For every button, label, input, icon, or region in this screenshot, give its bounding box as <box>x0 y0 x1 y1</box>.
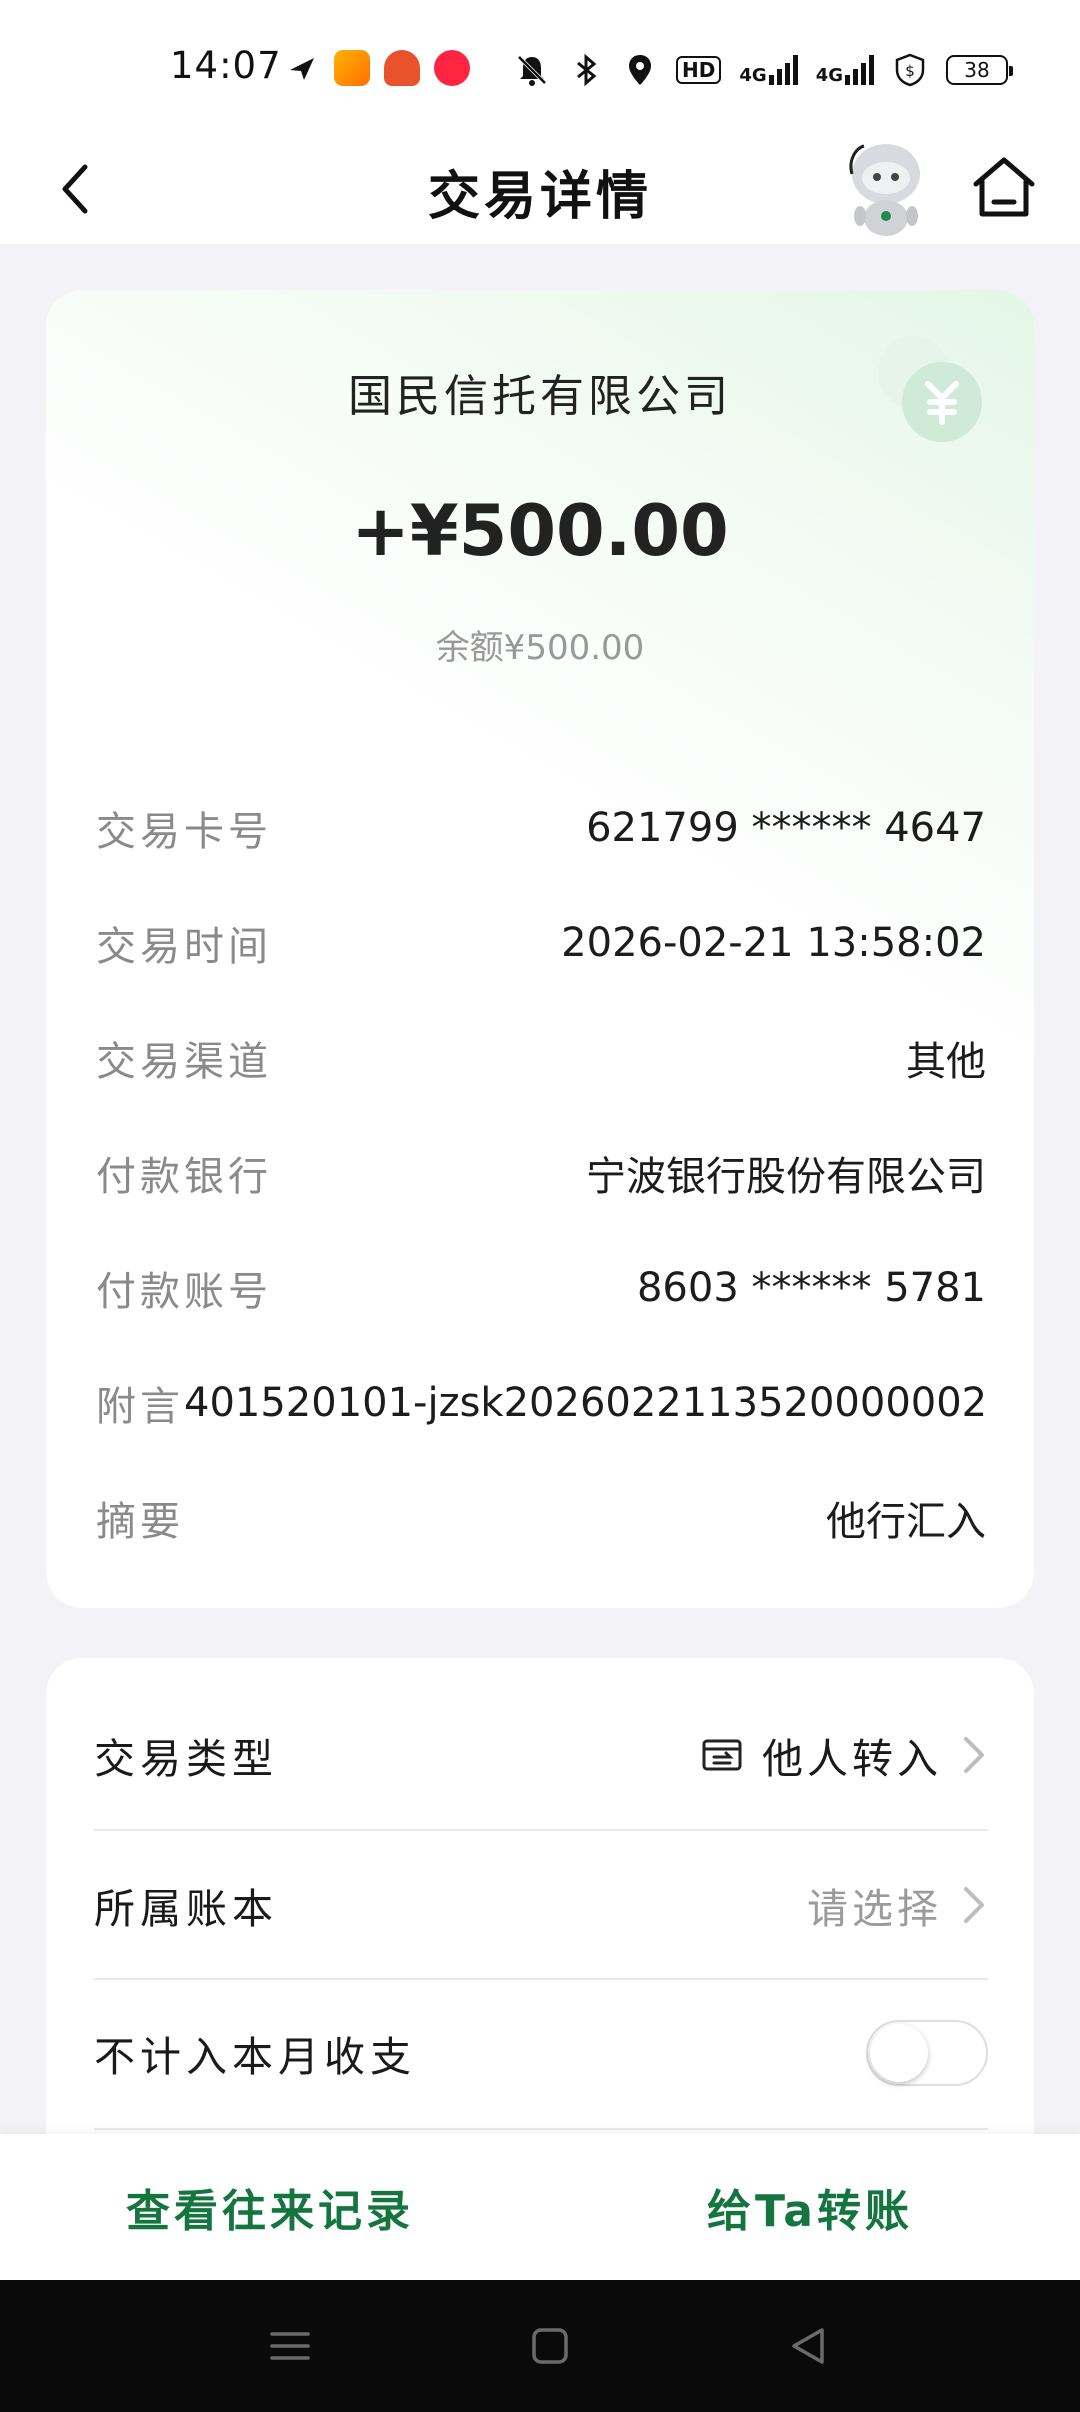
view-history-button[interactable]: 查看往来记录 <box>0 2134 540 2280</box>
detail-row-payer-bank: 付款银行 宁波银行股份有限公司 <box>96 1115 986 1230</box>
payer-name: 国民信托有限公司 <box>348 371 732 422</box>
chevron-right-icon <box>964 1737 984 1773</box>
hd-icon: HD <box>676 56 722 84</box>
network-type-label: 4G <box>815 65 843 86</box>
status-bar: 14:07 HD 4G 4G $ 38 <box>0 0 1080 130</box>
setting-label: 交易类型 <box>94 1735 278 1783</box>
system-nav-bar <box>0 2280 1080 2412</box>
signal-icon: 4G <box>739 55 798 86</box>
divider <box>94 2128 988 2130</box>
row-value: 其他 <box>906 1038 986 1085</box>
transaction-settings-card: 交易类型 他人转入 所属账本 请选择 不计入本月收支 <box>46 1658 1034 2178</box>
home-square-icon[interactable] <box>522 2318 578 2374</box>
row-label: 交易渠道 <box>96 1038 272 1085</box>
toggle-knob <box>870 2024 928 2082</box>
row-label: 交易卡号 <box>96 808 272 855</box>
signal-icon: 4G <box>816 55 874 85</box>
status-time: 14:07 <box>170 44 282 87</box>
row-label: 摘要 <box>96 1498 184 1545</box>
transfer-in-icon <box>702 1739 742 1771</box>
row-label: 付款账号 <box>96 1268 272 1315</box>
setting-value: 他人转入 <box>762 1735 942 1783</box>
row-label: 附言 <box>96 1383 184 1430</box>
row-value: 401520101-jzsk2026022113520000002 <box>184 1379 988 1426</box>
shopping-app-icon <box>384 50 420 86</box>
detail-row-remark: 附言 401520101-jzsk2026022113520000002 <box>96 1345 988 1460</box>
notification-icons <box>284 48 470 88</box>
row-label: 付款银行 <box>96 1153 272 1200</box>
detail-row-card-number: 交易卡号 621799 ****** 4647 <box>96 770 986 885</box>
row-label: 交易时间 <box>96 923 272 970</box>
account-balance: 余额¥500.00 <box>435 628 645 668</box>
vpn-shield-icon: $ <box>895 53 925 87</box>
chevron-right-icon <box>964 1887 984 1923</box>
home-icon[interactable] <box>966 150 1042 226</box>
setting-label: 不计入本月收支 <box>94 2033 416 2081</box>
video-app-icon <box>334 50 370 86</box>
transaction-detail-card: 国民信托有限公司 +¥500.00 余额¥500.00 交易卡号 621799 … <box>46 290 1034 1608</box>
detail-row-channel: 交易渠道 其他 <box>96 1000 986 1115</box>
row-value: 8603 ****** 5781 <box>636 1264 986 1311</box>
row-value: 宁波银行股份有限公司 <box>586 1153 986 1200</box>
svg-text:$: $ <box>905 62 915 80</box>
detail-row-payer-account: 付款账号 8603 ****** 5781 <box>96 1230 986 1345</box>
network-type-label: 4G <box>739 65 767 86</box>
location-icon <box>629 55 652 85</box>
red-app-icon <box>434 50 470 86</box>
back-triangle-icon[interactable] <box>780 2318 836 2374</box>
row-value: 他行汇入 <box>826 1498 986 1545</box>
bottom-action-bar: 查看往来记录 给Ta转账 <box>0 2134 1080 2280</box>
transaction-type-row[interactable]: 交易类型 他人转入 <box>94 1680 988 1830</box>
ledger-row[interactable]: 所属账本 请选择 <box>94 1830 988 1980</box>
row-value: 2026-02-21 13:58:02 <box>561 919 986 966</box>
row-value: 621799 ****** 4647 <box>586 804 986 851</box>
menu-icon[interactable] <box>262 2318 318 2374</box>
send-icon <box>290 58 314 80</box>
robot-assistant-icon[interactable] <box>836 130 936 238</box>
detail-row-summary: 摘要 他行汇入 <box>96 1460 986 1575</box>
ledger-placeholder: 请选择 <box>807 1885 942 1933</box>
detail-row-time: 交易时间 2026-02-21 13:58:02 <box>96 885 986 1000</box>
transfer-to-payer-button[interactable]: 给Ta转账 <box>540 2134 1080 2280</box>
battery-icon: 38 <box>946 55 1013 85</box>
app-header: 交易详情 <box>0 130 1080 244</box>
detail-rows: 交易卡号 621799 ****** 4647 交易时间 2026-02-21 … <box>96 770 988 1575</box>
bluetooth-icon <box>577 53 597 87</box>
mute-bell-icon <box>517 55 547 86</box>
exclude-monthly-toggle[interactable] <box>866 2020 988 2086</box>
setting-label: 所属账本 <box>94 1885 278 1933</box>
battery-level: 38 <box>964 58 990 82</box>
exclude-monthly-row: 不计入本月收支 <box>94 1978 988 2128</box>
system-status-icons: HD 4G 4G $ 38 <box>514 48 1013 92</box>
transaction-amount: +¥500.00 <box>351 490 729 572</box>
